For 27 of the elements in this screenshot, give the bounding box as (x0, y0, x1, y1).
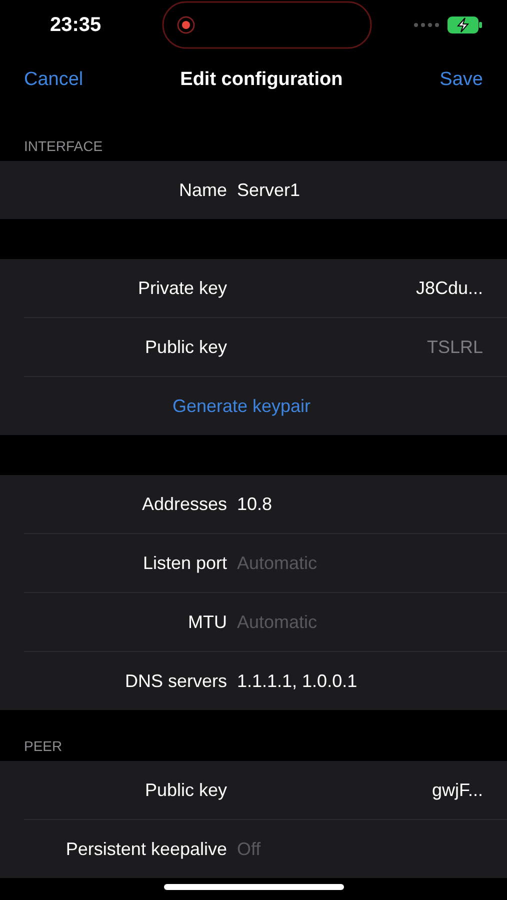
nav-title: Edit configuration (180, 69, 343, 91)
text-field[interactable]: Automatic (237, 552, 483, 574)
key-value: gwjF... (432, 780, 483, 800)
key-value: J8Cdu... (416, 278, 483, 298)
status-time: 23:35 (50, 14, 102, 36)
field-label: DNS servers (124, 670, 227, 692)
section-header: PEER (23, 738, 64, 756)
save-button[interactable]: Save (440, 69, 483, 91)
signal-dots-icon (413, 22, 439, 28)
text-field[interactable]: 1.1.1.1, 1.0.0.1 (237, 670, 483, 692)
field-label: Public key (144, 780, 227, 800)
field-label: Name (178, 180, 227, 200)
field-label: Listen port (142, 552, 227, 574)
battery-charging-icon (447, 16, 483, 34)
key-value: TSLRL (426, 336, 483, 358)
field-label: Private key (136, 278, 227, 298)
generate-keypair-button[interactable]: Generate keypair (172, 396, 311, 416)
field-label: Public key (144, 336, 227, 358)
cancel-button[interactable]: Cancel (24, 69, 84, 91)
field-label: Persistent keepalive (64, 838, 227, 860)
text-field[interactable]: Off (237, 838, 483, 860)
field-label: Addresses (140, 494, 227, 514)
field-label: MTU (187, 612, 227, 632)
text-field[interactable]: Automatic (237, 612, 483, 632)
text-field[interactable]: 10.8 (237, 494, 483, 514)
text-field[interactable]: Server1 (237, 180, 483, 200)
section-header: INTERFACE (23, 138, 104, 156)
